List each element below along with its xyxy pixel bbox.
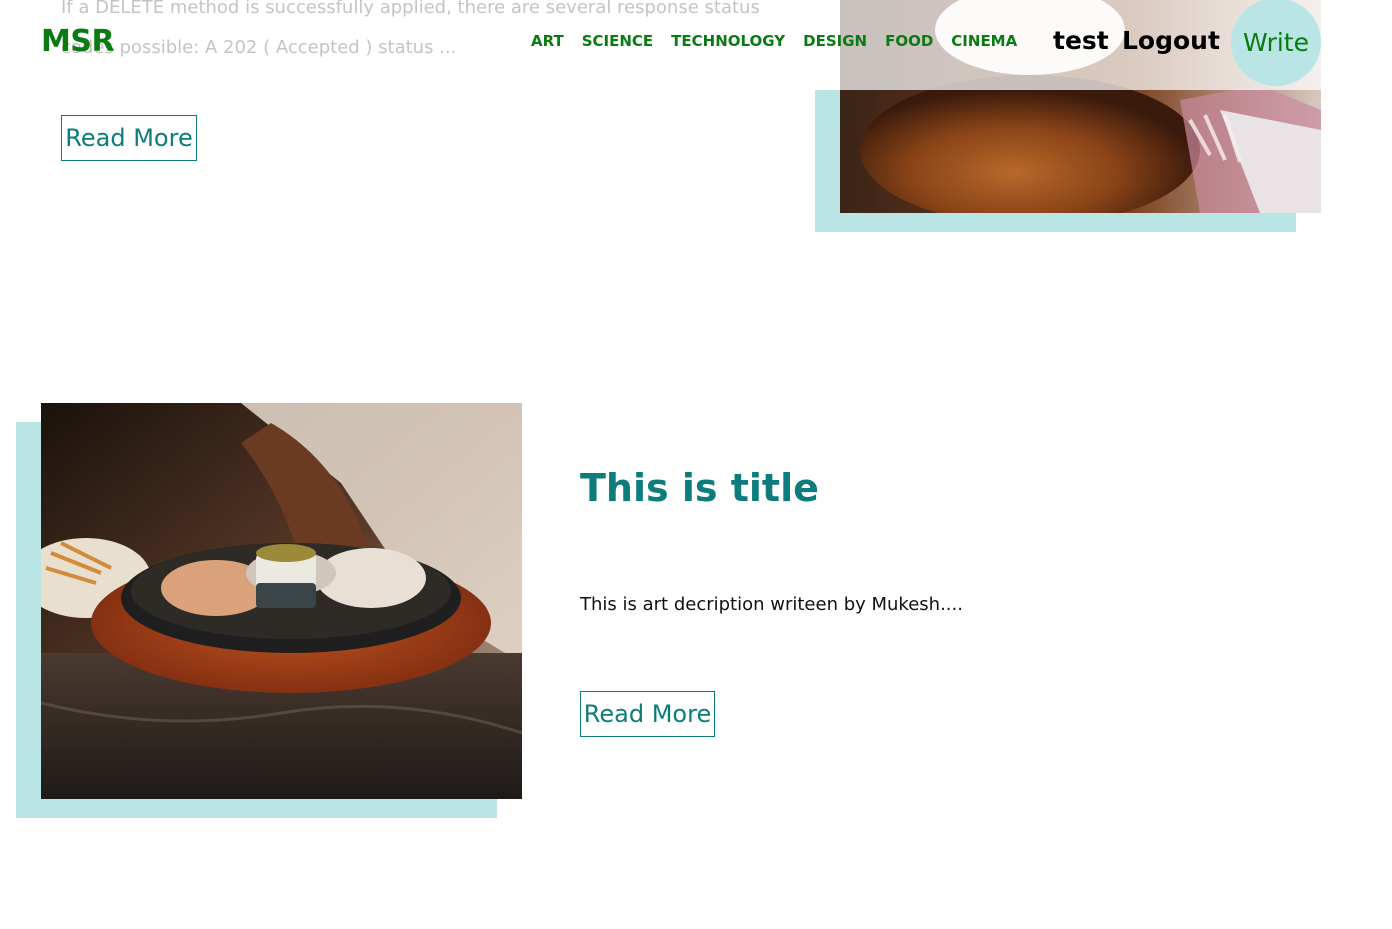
nav-technology[interactable]: TECHNOLOGY	[671, 32, 785, 50]
post-image	[41, 403, 522, 799]
user-name-link[interactable]: test	[1053, 26, 1109, 55]
nav-food[interactable]: FOOD	[885, 32, 933, 50]
tandoori-platter-photo	[41, 403, 522, 799]
category-nav: ART SCIENCE TECHNOLOGY DESIGN FOOD CINEM…	[531, 32, 1035, 50]
nav-science[interactable]: SCIENCE	[582, 32, 653, 50]
nav-art[interactable]: ART	[531, 32, 564, 50]
read-more-button[interactable]: Read More	[61, 115, 197, 161]
read-more-button[interactable]: Read More	[580, 691, 715, 737]
write-button[interactable]: Write	[1231, 0, 1321, 86]
nav-cinema[interactable]: CINEMA	[951, 32, 1017, 50]
post-description: This is art decription writeen by Mukesh…	[580, 594, 963, 615]
nav-design[interactable]: DESIGN	[803, 32, 867, 50]
top-navbar: MSR ART SCIENCE TECHNOLOGY DESIGN FOOD C…	[0, 0, 1392, 86]
post-title[interactable]: This is title	[580, 466, 819, 510]
site-logo[interactable]: MSR	[41, 24, 115, 59]
logout-button[interactable]: Logout	[1122, 26, 1220, 55]
